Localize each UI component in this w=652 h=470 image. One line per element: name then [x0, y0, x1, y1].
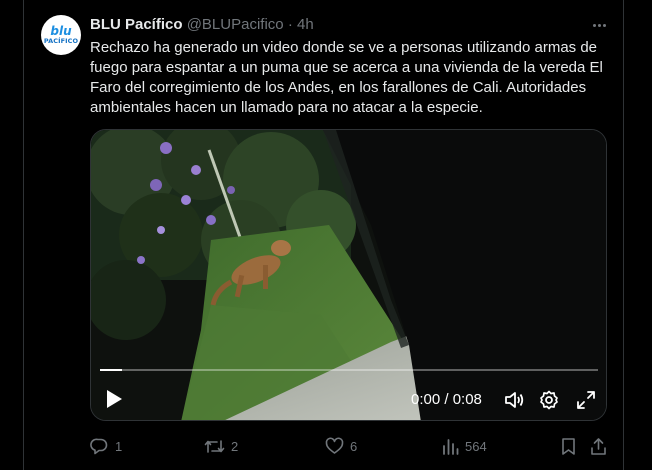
video-time-display: 0:00 / 0:08 — [411, 391, 482, 408]
tweet-actions: 1 2 6 564 — [90, 435, 615, 457]
fullscreen-icon[interactable] — [575, 389, 597, 411]
tweet-text: Rechazo ha generado un video donde se ve… — [90, 39, 603, 116]
share-icon — [591, 437, 606, 455]
timeline-border-right — [623, 0, 624, 470]
author-handle[interactable]: @BLUPacifico — [187, 16, 284, 33]
reply-button[interactable]: 1 — [90, 435, 122, 457]
video-frame — [91, 130, 606, 420]
tweet-time[interactable]: 4h — [297, 16, 314, 33]
repost-icon — [204, 439, 225, 453]
bookmark-icon — [562, 437, 575, 455]
avatar[interactable]: blu PACÍFICO — [41, 15, 81, 55]
like-count: 6 — [350, 438, 358, 454]
repost-count: 2 — [231, 438, 239, 454]
settings-icon[interactable] — [538, 389, 560, 411]
like-button[interactable]: 6 — [325, 435, 357, 457]
video-player[interactable]: 0:00 / 0:08 — [90, 129, 607, 421]
bookmark-button[interactable] — [560, 435, 577, 457]
avatar-logo-subtext: PACÍFICO — [43, 36, 79, 45]
play-icon[interactable] — [103, 388, 125, 410]
views-button[interactable]: 564 — [442, 435, 487, 457]
separator-dot: · — [287, 16, 293, 33]
repost-button[interactable]: 2 — [204, 435, 238, 457]
video-progress-fill — [100, 369, 123, 371]
reply-icon — [90, 438, 108, 454]
reply-count: 1 — [115, 438, 123, 454]
share-button[interactable] — [590, 435, 607, 457]
avatar-logo-text: blu — [50, 23, 72, 38]
views-count: 564 — [465, 438, 487, 454]
author-name[interactable]: BLU Pacífico — [90, 16, 183, 33]
timeline-border-left — [23, 0, 24, 470]
views-icon — [443, 438, 459, 455]
volume-icon[interactable] — [503, 389, 525, 411]
tweet-header: BLU Pacífico @BLUPacifico · 4h — [90, 16, 314, 33]
more-icon[interactable] — [589, 16, 609, 34]
video-progress-bar[interactable] — [100, 369, 598, 371]
like-icon — [325, 437, 344, 454]
